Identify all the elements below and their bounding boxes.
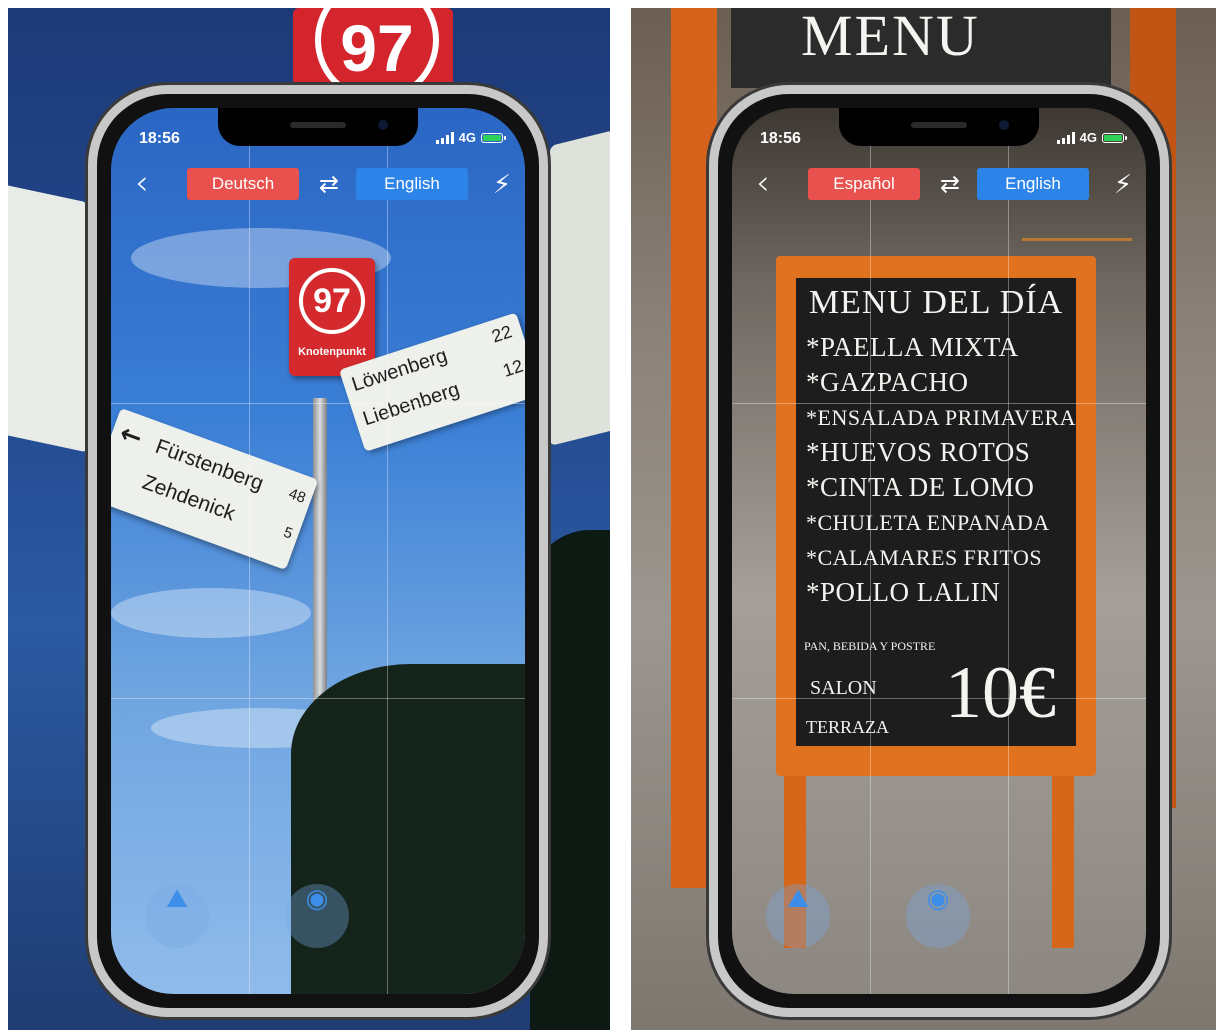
capture-controls: ⛰ ◉ [111, 884, 525, 954]
route-sign-label: Knotenpunkt [298, 346, 366, 358]
menu-item: *CHULETA ENPANADA [806, 510, 1050, 535]
back-button[interactable]: ‹ [756, 166, 786, 204]
translation-toolbar: ‹ Español ⇄ English ⚡ [732, 166, 1146, 204]
menu-item: *HUEVOS ROTOS [806, 437, 1031, 467]
swap-languages-button[interactable]: ⇄ [311, 169, 347, 201]
flash-icon: ⚡ [1113, 170, 1133, 200]
menu-item: *GAZPACHO [806, 367, 969, 397]
menu-chalkboard: MENU DEL DÍA *PAELLA MIXTA *GAZPACHO *EN… [776, 256, 1096, 776]
camera-viewfinder-right: MENU DEL DÍA *PAELLA MIXTA *GAZPACHO *EN… [732, 108, 1146, 994]
chevron-left-icon: ‹ [756, 163, 770, 203]
background-sign-right [550, 130, 610, 446]
menu-seating: SALON [810, 677, 877, 699]
camera-icon: ◉ [926, 884, 950, 914]
background-chalkboard: MENU DEL DIA [731, 8, 1111, 135]
capture-controls: ⛰ ◉ [732, 884, 1146, 954]
status-icons: 4G [435, 130, 506, 145]
gallery-icon: ⛰ [166, 884, 188, 914]
camera-shutter-button[interactable]: ◉ [285, 884, 349, 948]
camera-icon: ◉ [305, 884, 329, 914]
background-route-sign: 97 [293, 8, 453, 102]
menu-title: MENU DEL DÍA [808, 284, 1064, 321]
status-time: 18:56 [760, 130, 801, 147]
route-sign-number: 97 [299, 268, 365, 334]
sign-distance: 48 [286, 485, 308, 507]
direction-sign-left: ← Fürstenberg Zehdenick 48 5 [111, 408, 319, 571]
status-icons: 4G [1056, 130, 1127, 145]
menu-item: *ENSALADA PRIMAVERA [806, 405, 1077, 430]
arrow-left-icon: ← [115, 418, 147, 454]
camera-viewfinder-left: 97 Knotenpunkt Löwenberg Liebenberg 22 1… [111, 108, 525, 994]
source-language-button[interactable]: Español [808, 168, 920, 200]
network-label: 4G [1079, 130, 1097, 145]
swap-arrows-icon: ⇄ [318, 170, 340, 198]
swap-arrows-icon: ⇄ [939, 170, 961, 198]
swap-languages-button[interactable]: ⇄ [932, 169, 968, 201]
menu-item: *CALAMARES FRITOS [806, 545, 1043, 570]
back-button[interactable]: ‹ [135, 166, 165, 204]
street-sign-scene: 97 Knotenpunkt Löwenberg Liebenberg 22 1… [111, 108, 525, 994]
menu-item: *CINTA DE LOMO [806, 472, 1035, 502]
status-time: 18:56 [139, 130, 180, 147]
translation-toolbar: ‹ Deutsch ⇄ English ⚡ [111, 166, 525, 204]
signal-icon [435, 131, 454, 144]
flash-button[interactable]: ⚡ [1108, 168, 1138, 202]
notch [218, 108, 418, 146]
battery-icon [1102, 132, 1127, 143]
target-language-button[interactable]: English [356, 168, 468, 200]
menu-seating: TERRAZA [806, 717, 889, 737]
gallery-icon: ⛰ [787, 884, 809, 914]
sign-distance: 22 [489, 321, 515, 347]
menu-price: 10€ [945, 652, 1056, 734]
menu-board-scene: MENU DEL DÍA *PAELLA MIXTA *GAZPACHO *EN… [732, 108, 1146, 994]
sign-distance: 5 [281, 523, 295, 543]
camera-shutter-button[interactable]: ◉ [906, 884, 970, 948]
menu-items: *PAELLA MIXTA *GAZPACHO *ENSALADA PRIMAV… [806, 330, 1077, 610]
flash-button[interactable]: ⚡ [487, 168, 517, 202]
menu-item: *PAELLA MIXTA [806, 332, 1019, 362]
gallery-button[interactable]: ⛰ [766, 884, 830, 948]
gallery-button[interactable]: ⛰ [145, 884, 209, 948]
sign-distance: 12 [500, 355, 525, 381]
signal-icon [1056, 131, 1075, 144]
target-language-button[interactable]: English [977, 168, 1089, 200]
chevron-left-icon: ‹ [135, 163, 149, 203]
flash-icon: ⚡ [492, 170, 512, 200]
network-label: 4G [458, 130, 476, 145]
background-sign-left [8, 183, 88, 453]
route-sign: 97 Knotenpunkt [289, 258, 375, 376]
menu-item: *POLLO LALIN [806, 577, 1001, 607]
battery-icon [481, 132, 506, 143]
phone-mockup-left: 97 Knotenpunkt Löwenberg Liebenberg 22 1… [88, 85, 548, 1017]
notch [839, 108, 1039, 146]
source-language-button[interactable]: Deutsch [187, 168, 299, 200]
menu-note: PAN, BEBIDA Y POSTRE [804, 639, 936, 653]
phone-mockup-right: MENU DEL DÍA *PAELLA MIXTA *GAZPACHO *EN… [709, 85, 1169, 1017]
